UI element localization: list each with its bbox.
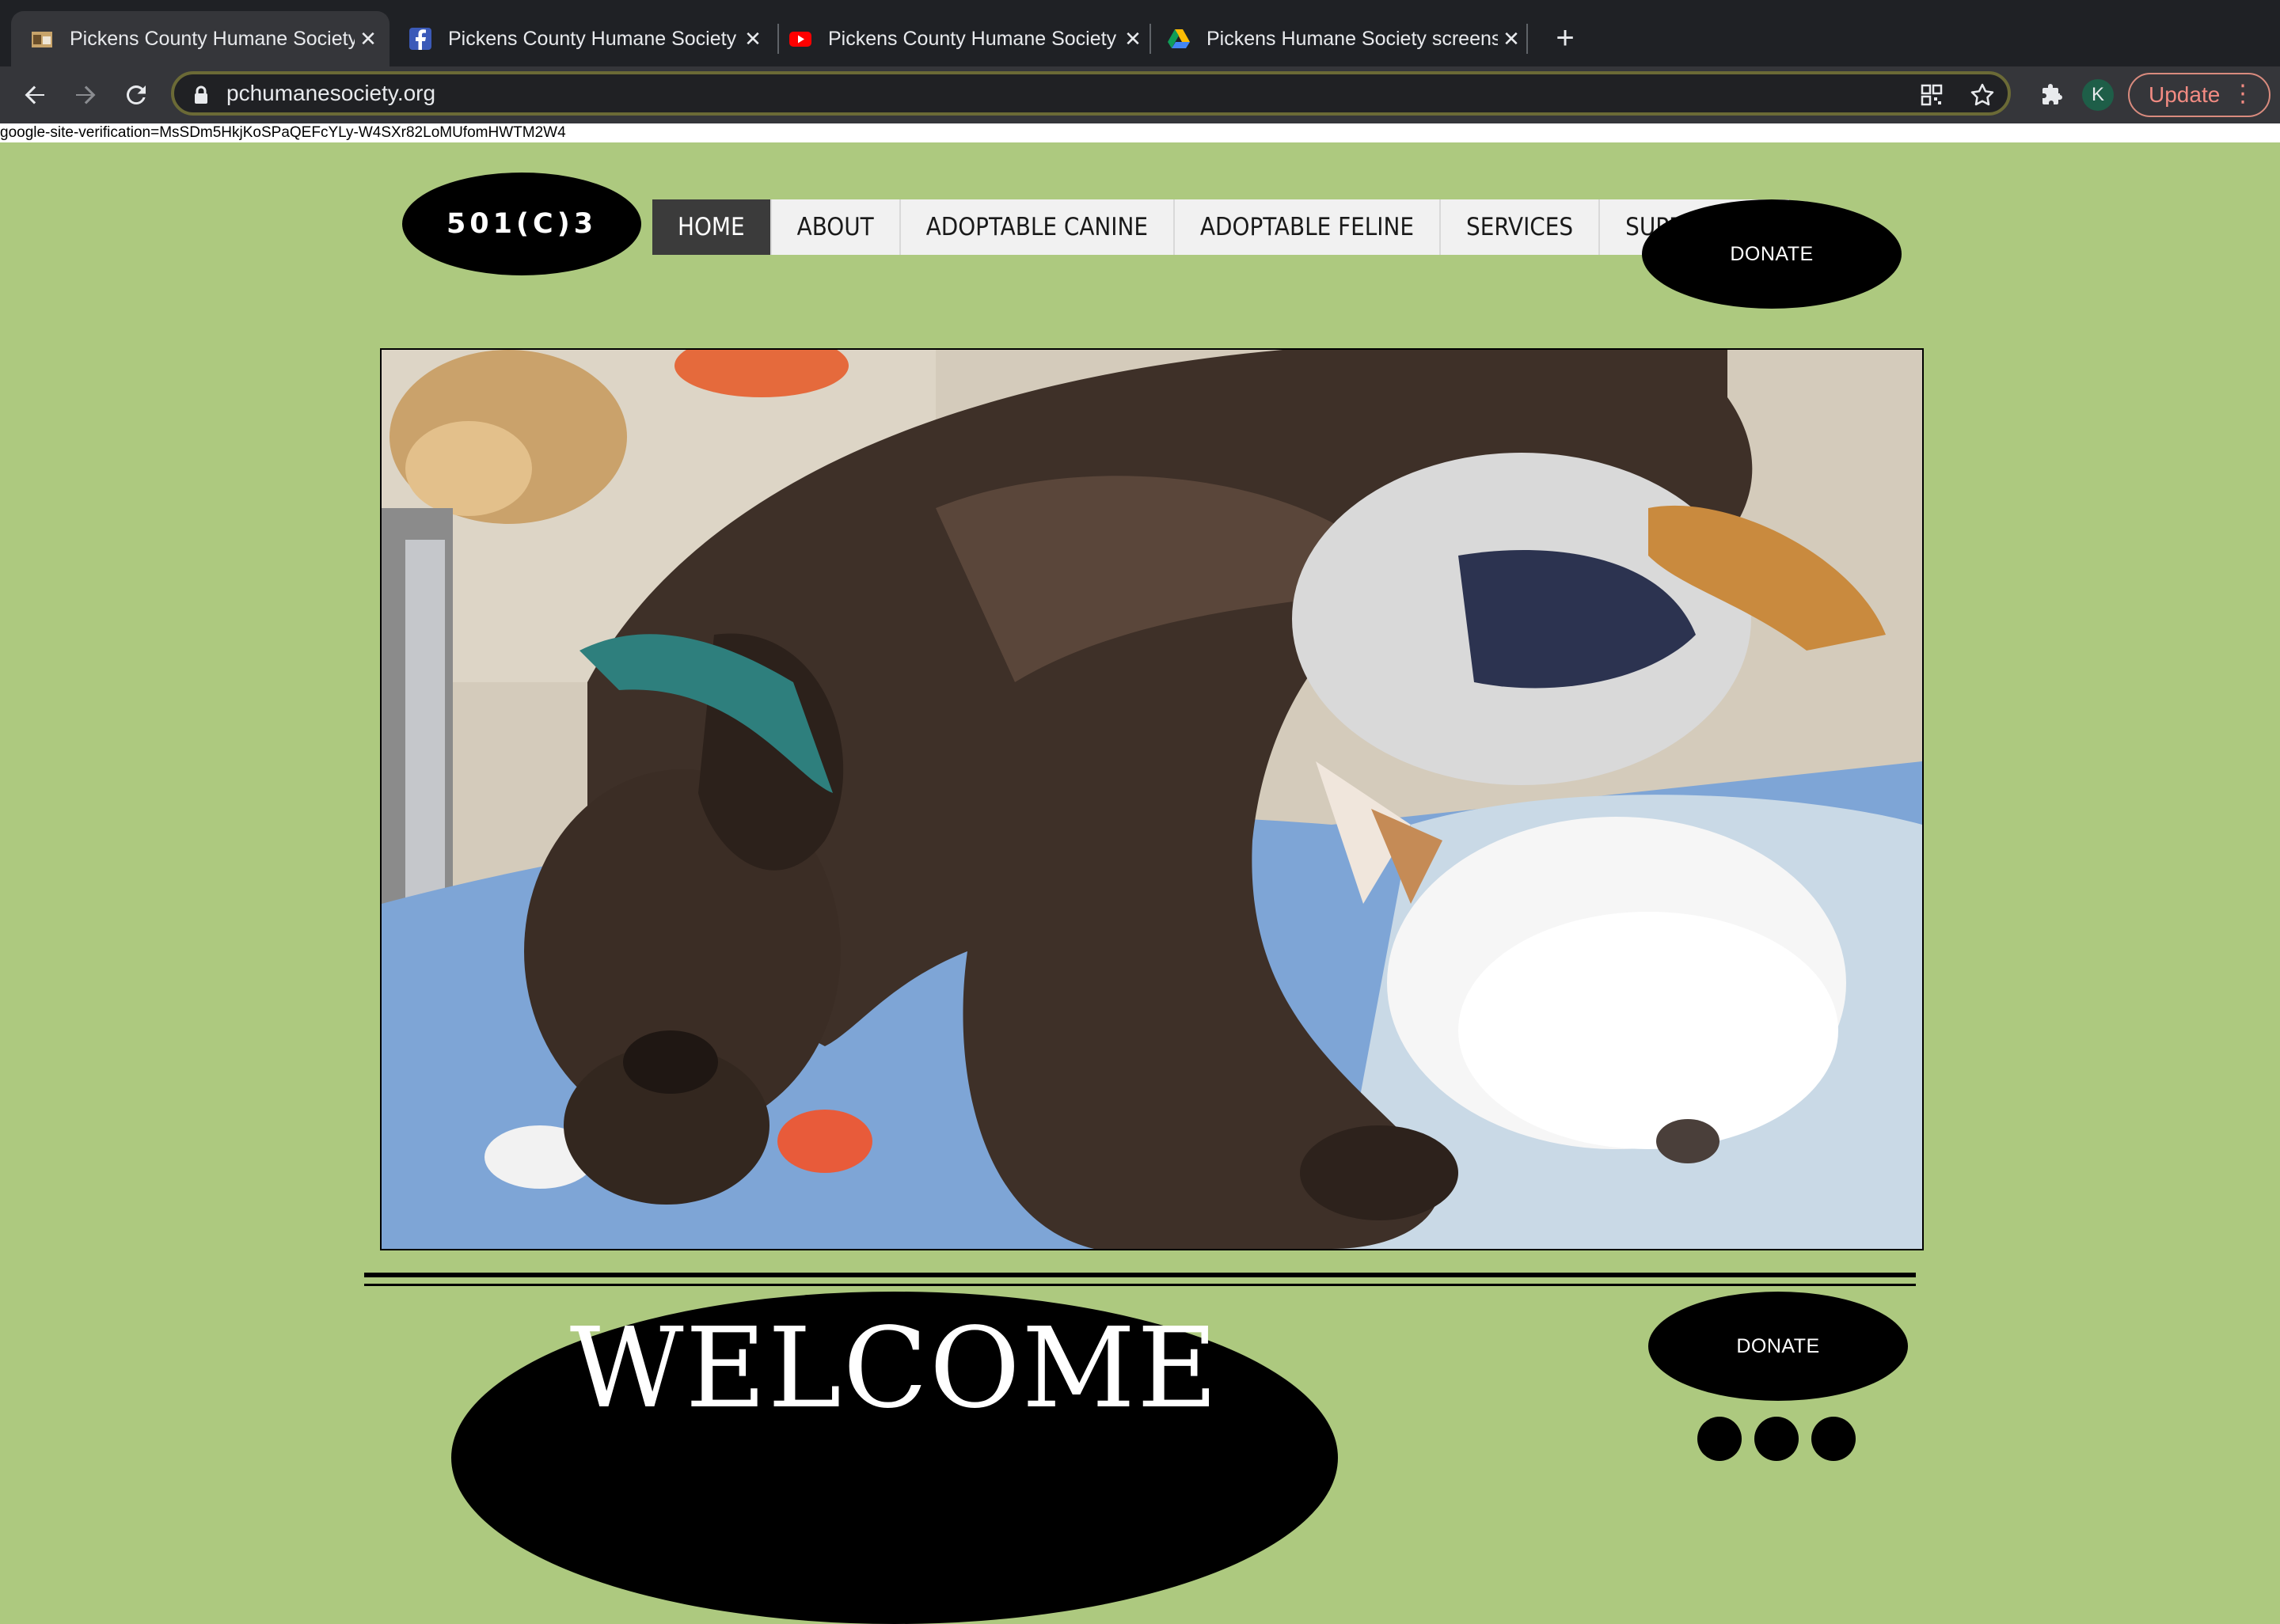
main-nav: HOME ABOUT ADOPTABLE CANINE ADOPTABLE FE… [652,199,1789,255]
new-tab-plus-icon[interactable]: + [1548,21,1583,55]
url-text[interactable]: pchumanesociety.org [226,74,435,112]
divider-line-thin [364,1284,1916,1286]
google-drive-icon [1167,27,1191,51]
bookmark-star-icon[interactable] [1968,81,1997,109]
sleeping-dogs-image [382,350,1922,1249]
close-tab-icon[interactable]: ✕ [1119,25,1146,52]
dog-favicon-icon [30,27,54,51]
qr-code-icon[interactable] [1917,81,1946,109]
verification-text: google-site-verification=MsSDm5HkjKoSPaQ… [0,124,566,141]
facebook-icon [408,27,432,51]
browser-tab-3[interactable]: Pickens County Humane Society ✕ [776,11,1154,66]
browser-tab-4[interactable]: Pickens Humane Society screenshots ✕ [1154,11,1533,66]
back-arrow-icon[interactable] [16,76,54,114]
nav-item-adoptable-canine[interactable]: ADOPTABLE CANINE [901,199,1175,255]
extensions-puzzle-icon[interactable] [2033,76,2071,114]
tab-title: Pickens County Humane Society [70,27,355,50]
social-icon[interactable] [1754,1417,1799,1461]
social-icon[interactable] [1697,1417,1742,1461]
nav-item-services[interactable]: SERVICES [1441,199,1601,255]
social-icon[interactable] [1811,1417,1856,1461]
close-tab-icon[interactable]: ✕ [1498,25,1525,52]
close-tab-icon[interactable]: ✕ [739,25,766,52]
welcome-heading: WELCOME [569,1304,1220,1433]
browser-tab-strip: Pickens County Humane Society ✕ Pickens … [0,0,2280,66]
tab-divider [1150,24,1151,54]
501c3-badge: 501(C)3 [402,173,641,275]
tab-divider [1526,24,1528,54]
update-label: Update [2149,82,2221,107]
browser-tab-1[interactable]: Pickens County Humane Society ✕ [11,11,390,66]
lock-icon[interactable] [193,85,209,108]
more-menu-icon[interactable]: ⋮ [2231,82,2255,106]
address-bar[interactable]: pchumanesociety.org [171,71,2011,116]
forward-arrow-icon[interactable] [66,76,104,114]
nav-item-about[interactable]: ABOUT [772,199,901,255]
donate-button-top[interactable]: DONATE [1642,199,1902,309]
update-button[interactable]: Update ⋮ [2128,73,2270,117]
browser-toolbar: pchumanesociety.org K Update ⋮ [0,66,2280,123]
divider-line-thick [364,1273,1916,1277]
donate-button-secondary[interactable]: DONATE [1648,1292,1908,1401]
youtube-icon [788,27,812,51]
tab-title: Pickens County Humane Society [448,27,737,50]
browser-tab-2[interactable]: Pickens County Humane Society ✕ [396,11,774,66]
tab-title: Pickens Humane Society screenshots [1206,27,1498,50]
tab-title: Pickens County Humane Society [828,27,1117,50]
profile-avatar[interactable]: K [2082,79,2114,111]
nav-item-home[interactable]: HOME [652,199,772,255]
reload-icon[interactable] [117,76,155,114]
nav-item-adoptable-feline[interactable]: ADOPTABLE FELINE [1175,199,1441,255]
hero-dog-photo [380,348,1924,1250]
close-tab-icon[interactable]: ✕ [355,25,382,52]
